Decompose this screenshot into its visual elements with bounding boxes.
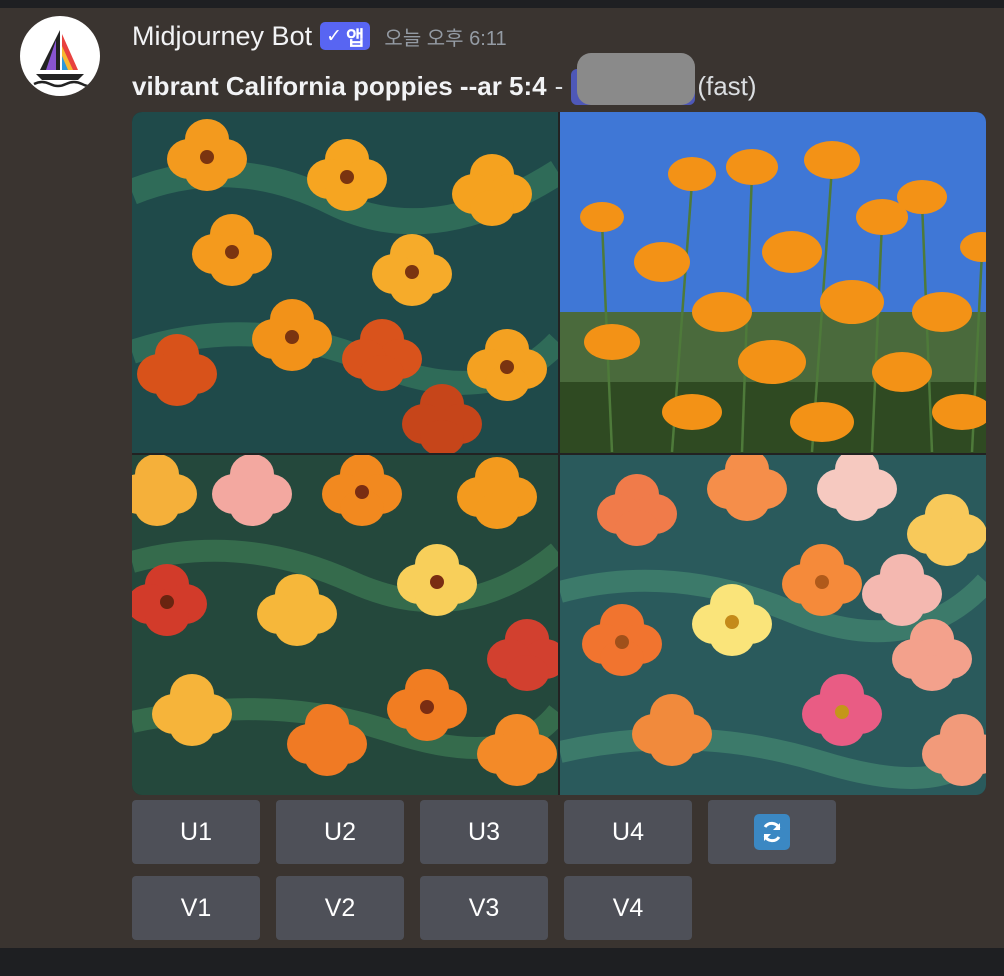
- timestamp[interactable]: 오늘 오후 6:11: [384, 22, 506, 51]
- sailboat-logo-icon: [33, 30, 92, 88]
- redacted-blur: [577, 53, 696, 105]
- variation-button-1[interactable]: V1: [132, 876, 260, 940]
- message: Midjourney Bot ✓ 앱 오늘 오후 6:11 vibrant Ca…: [0, 8, 1004, 948]
- verified-check-icon: ✓: [326, 25, 343, 47]
- app-badge: ✓ 앱: [320, 22, 371, 50]
- variation-button-2[interactable]: V2: [276, 876, 404, 940]
- image-tile-2[interactable]: [560, 112, 986, 453]
- variation-button-4[interactable]: V4: [564, 876, 692, 940]
- upscale-button-1[interactable]: U1: [132, 800, 260, 864]
- app-badge-label: 앱: [346, 27, 365, 50]
- user-mention[interactable]: [571, 53, 696, 107]
- author-name[interactable]: Midjourney Bot: [132, 21, 312, 52]
- separator: -: [554, 70, 564, 101]
- message-content: vibrant California poppies --ar 5:4 - (f…: [132, 53, 757, 107]
- image-tile-1[interactable]: [132, 112, 558, 456]
- upscale-button-2[interactable]: U2: [276, 800, 404, 864]
- message-header: Midjourney Bot ✓ 앱 오늘 오후 6:11: [132, 16, 507, 56]
- speed-label: (fast): [697, 70, 757, 101]
- variation-button-3[interactable]: V3: [420, 876, 548, 940]
- bot-avatar[interactable]: [20, 16, 100, 96]
- upscale-button-4[interactable]: U4: [564, 800, 692, 864]
- image-grid[interactable]: [132, 112, 986, 795]
- refresh-icon: [754, 814, 790, 850]
- prompt-text: vibrant California poppies --ar 5:4: [132, 70, 547, 101]
- upscale-button-3[interactable]: U3: [420, 800, 548, 864]
- reroll-button[interactable]: [708, 800, 836, 864]
- image-tile-3[interactable]: [132, 454, 567, 795]
- image-tile-4[interactable]: [560, 449, 986, 795]
- image-grid-canvas: [132, 112, 986, 795]
